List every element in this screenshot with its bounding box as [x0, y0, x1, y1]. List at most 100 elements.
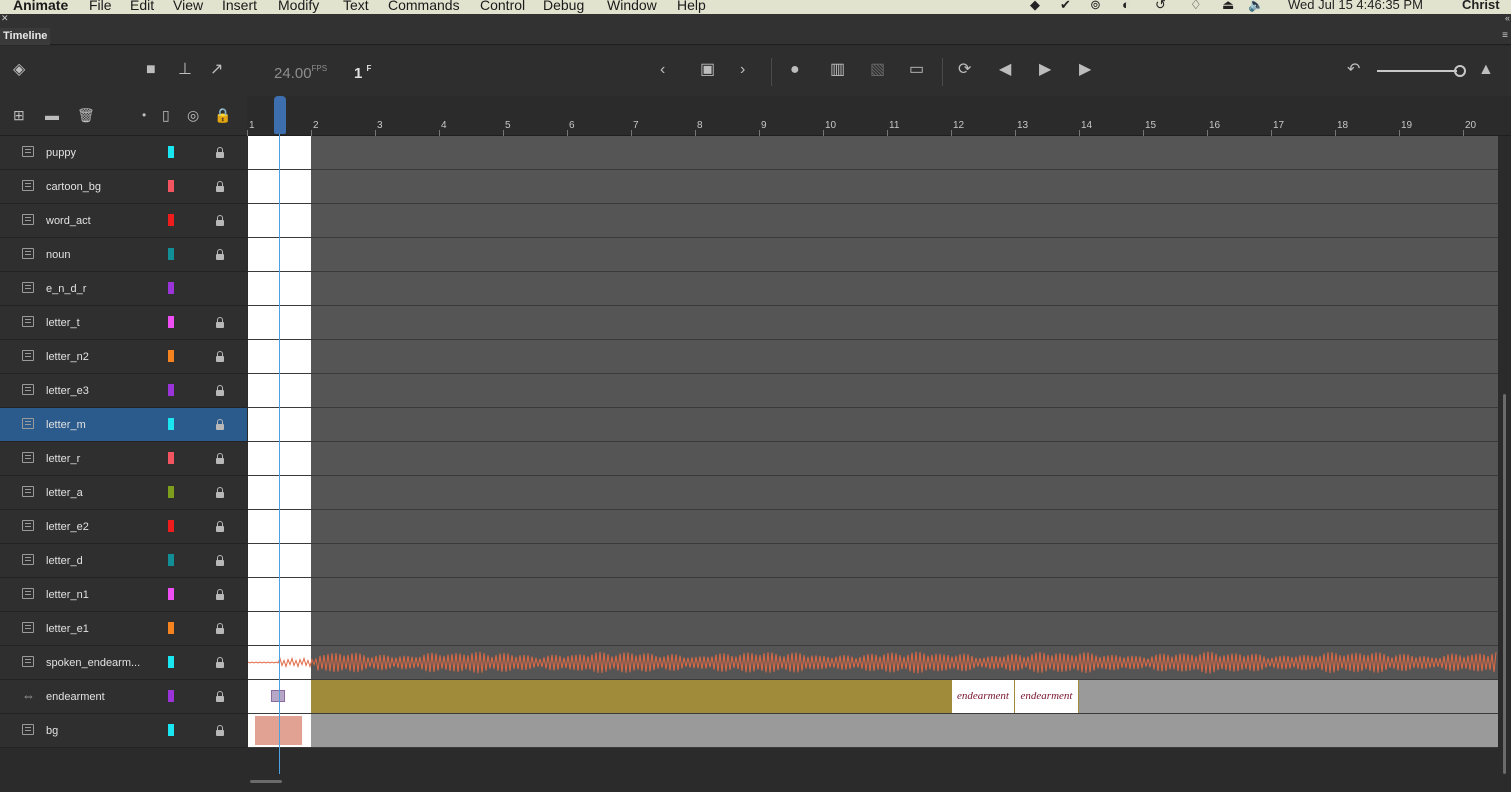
- close-icon[interactable]: ✕: [1, 14, 9, 23]
- layer-color-swatch[interactable]: [168, 520, 174, 532]
- folder-icon[interactable]: ▬: [45, 107, 59, 123]
- fps-value[interactable]: 24.00: [274, 65, 312, 82]
- ruler-frame-number[interactable]: 4: [441, 120, 447, 131]
- ruler-frame-number[interactable]: 17: [1273, 120, 1284, 131]
- frame-row[interactable]: [248, 476, 1498, 510]
- step-forward-icon[interactable]: ▶: [1079, 62, 1091, 78]
- menu-debug[interactable]: Debug: [543, 0, 584, 13]
- vpn-icon[interactable]: ♢: [1190, 0, 1202, 13]
- layer-row[interactable]: bg: [0, 714, 247, 748]
- ruler-frame-number[interactable]: 15: [1145, 120, 1156, 131]
- layer-color-swatch[interactable]: [168, 690, 174, 702]
- ruler-frame-number[interactable]: 6: [569, 120, 575, 131]
- creative-cloud-icon[interactable]: ⊚: [1090, 0, 1101, 13]
- layer-name[interactable]: letter_m: [46, 419, 86, 431]
- layer-lock-icon[interactable]: [216, 588, 224, 600]
- menu-file[interactable]: File: [89, 0, 112, 13]
- layer-row[interactable]: noun: [0, 238, 247, 272]
- layer-lock-icon[interactable]: [216, 180, 224, 192]
- frame-value[interactable]: 1: [354, 65, 362, 82]
- layer-lock-icon[interactable]: [216, 418, 224, 430]
- frame-row[interactable]: endearment endearment: [248, 680, 1498, 714]
- ruler-frame-number[interactable]: 16: [1209, 120, 1220, 131]
- layer-lock-icon[interactable]: [216, 622, 224, 634]
- layer-lock-icon[interactable]: [216, 384, 224, 396]
- layer-lock-icon[interactable]: [216, 214, 224, 226]
- layer-color-swatch[interactable]: [168, 554, 174, 566]
- insert-frame-icon[interactable]: ▭: [909, 62, 924, 78]
- frame-row[interactable]: [248, 544, 1498, 578]
- frame-row[interactable]: [248, 340, 1498, 374]
- layer-color-swatch[interactable]: [168, 316, 174, 328]
- frame-span[interactable]: [311, 714, 1498, 747]
- new-layer-icon[interactable]: ⊞: [13, 107, 25, 123]
- frame-span[interactable]: [1079, 680, 1498, 713]
- layer-row[interactable]: puppy: [0, 136, 247, 170]
- layer-name[interactable]: noun: [46, 249, 70, 261]
- menu-commands[interactable]: Commands: [388, 0, 460, 13]
- menu-control[interactable]: Control: [480, 0, 525, 13]
- layer-name[interactable]: letter_a: [46, 487, 83, 499]
- ruler-frame-number[interactable]: 14: [1081, 120, 1092, 131]
- mountains-icon[interactable]: ▲: [1478, 62, 1494, 78]
- panel-menu-icon[interactable]: ≡: [1502, 30, 1508, 41]
- layer-row[interactable]: ⇔ endearment: [0, 680, 247, 714]
- layer-row[interactable]: letter_m: [0, 408, 247, 442]
- time-machine-icon[interactable]: ↺: [1155, 0, 1166, 13]
- layer-row[interactable]: letter_r: [0, 442, 247, 476]
- layer-color-swatch[interactable]: [168, 214, 174, 226]
- layer-color-swatch[interactable]: [168, 486, 174, 498]
- layer-color-swatch[interactable]: [168, 282, 174, 294]
- eye-icon[interactable]: ◎: [187, 107, 199, 123]
- motion-tween-span[interactable]: [311, 680, 952, 713]
- layer-name[interactable]: letter_n1: [46, 589, 89, 601]
- layer-name[interactable]: puppy: [46, 147, 76, 159]
- layer-color-swatch[interactable]: [168, 452, 174, 464]
- vertical-scrollbar[interactable]: [1503, 394, 1506, 774]
- ruler-frame-number[interactable]: 10: [825, 120, 836, 131]
- sync-status-icon[interactable]: ✔: [1060, 0, 1071, 13]
- layer-lock-icon[interactable]: [216, 350, 224, 362]
- ruler-frame-number[interactable]: 1: [249, 120, 255, 131]
- layer-name[interactable]: letter_e3: [46, 385, 89, 397]
- layer-name[interactable]: spoken_endearm...: [46, 657, 140, 669]
- layer-name[interactable]: cartoon_bg: [46, 181, 101, 193]
- onion-range-icon[interactable]: ▧: [870, 62, 885, 78]
- layer-row[interactable]: letter_d: [0, 544, 247, 578]
- layer-lock-icon[interactable]: [216, 690, 224, 702]
- layer-lock-icon[interactable]: [216, 146, 224, 158]
- ruler-frame-number[interactable]: 8: [697, 120, 703, 131]
- loop-icon[interactable]: ⟳: [958, 62, 971, 78]
- frame-grid[interactable]: endearment endearment: [248, 136, 1498, 748]
- menu-text[interactable]: Text: [343, 0, 369, 13]
- zoom-slider[interactable]: [1377, 70, 1457, 72]
- eject-icon[interactable]: ⏏: [1222, 0, 1234, 13]
- layer-lock-icon[interactable]: [216, 248, 224, 260]
- layer-name[interactable]: letter_n2: [46, 351, 89, 363]
- dropbox-icon[interactable]: ◆: [1030, 0, 1040, 13]
- layer-name[interactable]: letter_t: [46, 317, 80, 329]
- frame-row[interactable]: [248, 238, 1498, 272]
- ruler-frame-number[interactable]: 3: [377, 120, 383, 131]
- onion-outline-icon[interactable]: ▥: [830, 62, 845, 78]
- layer-color-swatch[interactable]: [168, 180, 174, 192]
- layer-row[interactable]: spoken_endearm...: [0, 646, 247, 680]
- frame-row[interactable]: [248, 272, 1498, 306]
- fps-display[interactable]: 24.00FPS: [274, 64, 327, 82]
- frame-row[interactable]: [248, 306, 1498, 340]
- ruler-frame-number[interactable]: 7: [633, 120, 639, 131]
- volume-icon[interactable]: 🔈: [1248, 0, 1264, 13]
- menu-edit[interactable]: Edit: [130, 0, 154, 13]
- frame-row[interactable]: [248, 578, 1498, 612]
- keyframe-label[interactable]: endearment: [952, 680, 1015, 713]
- frame-row[interactable]: [248, 510, 1498, 544]
- prev-icon[interactable]: ‹: [660, 62, 665, 78]
- play-icon[interactable]: ▶: [1039, 62, 1051, 78]
- next-icon[interactable]: ›: [740, 62, 745, 78]
- frame-row[interactable]: [248, 170, 1498, 204]
- layer-lock-icon[interactable]: [216, 520, 224, 532]
- layer-color-swatch[interactable]: [168, 588, 174, 600]
- layer-color-swatch[interactable]: [168, 418, 174, 430]
- layer-row[interactable]: e_n_d_r: [0, 272, 247, 306]
- ruler-frame-number[interactable]: 18: [1337, 120, 1348, 131]
